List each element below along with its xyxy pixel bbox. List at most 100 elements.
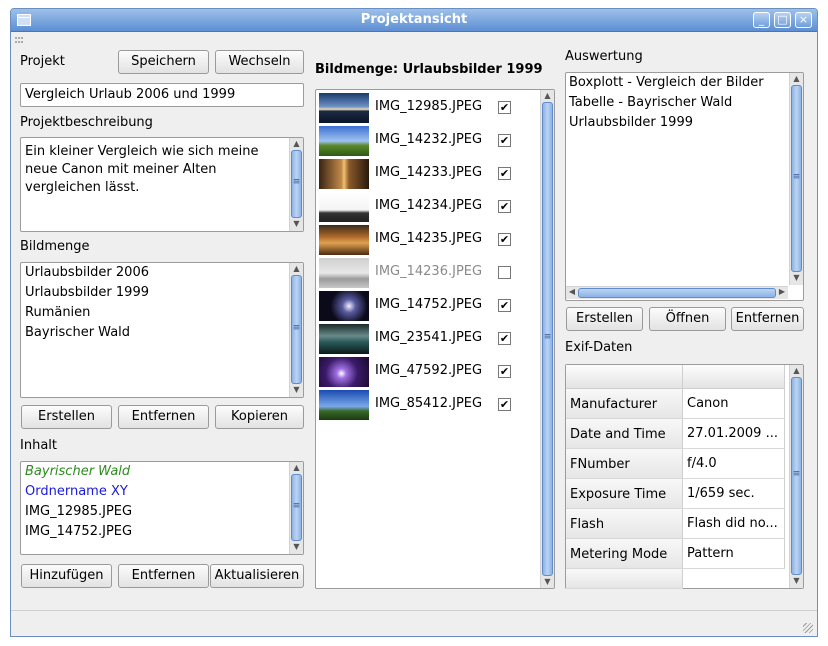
scroll-up-icon[interactable]: ▲ (290, 138, 303, 150)
exif-value-cell[interactable]: Pattern (683, 539, 785, 569)
project-name-input[interactable]: Vergleich Urlaub 2006 und 1999 (20, 83, 304, 107)
list-item[interactable]: Urlaubsbilder 1999 (25, 285, 149, 300)
scroll-up-icon[interactable]: ▲ (290, 263, 303, 275)
image-checkbox[interactable]: ✔ (498, 233, 511, 246)
image-checkbox[interactable]: ✔ (498, 332, 511, 345)
table-header-key[interactable] (566, 365, 683, 389)
scroll-left-icon[interactable]: ◀ (566, 287, 578, 296)
scroll-up-icon[interactable]: ▲ (790, 73, 803, 85)
image-checkbox[interactable]: ✔ (498, 134, 511, 147)
image-filename[interactable]: IMG_85412.JPEG (375, 396, 482, 411)
bildmenge-list[interactable]: Urlaubsbilder 2006 Urlaubsbilder 1999 Ru… (20, 262, 304, 398)
bildmenge-create-button[interactable]: Erstellen (21, 405, 112, 429)
close-icon[interactable]: × (795, 12, 812, 28)
project-description-textarea[interactable]: Ein kleiner Vergleich wie sich meine neu… (20, 137, 304, 232)
scroll-up-icon[interactable]: ▲ (541, 90, 554, 102)
scroll-thumb[interactable] (291, 275, 302, 384)
resize-grip-icon[interactable] (803, 623, 813, 633)
exif-value-cell[interactable]: 1/659 sec. (683, 479, 785, 509)
image-filename[interactable]: IMG_14236.JPEG (375, 264, 482, 279)
image-filename[interactable]: IMG_14234.JPEG (375, 198, 482, 213)
image-thumbnail[interactable] (319, 291, 369, 321)
image-checkbox[interactable]: ✔ (498, 167, 511, 180)
image-thumbnail[interactable] (319, 192, 369, 222)
scroll-down-icon[interactable]: ▼ (290, 541, 303, 553)
bildmenge-scrollbar[interactable]: ▲ ▼ (289, 263, 303, 397)
image-thumbnail[interactable] (319, 225, 369, 255)
scroll-down-icon[interactable]: ▼ (790, 272, 803, 284)
image-filename[interactable]: IMG_14235.JPEG (375, 231, 482, 246)
exif-key-cell[interactable]: Date and Time (566, 419, 683, 449)
exif-table[interactable]: ▲ ▼ Manufacturer Canon Date and Time 27.01.… (565, 364, 804, 589)
scroll-down-icon[interactable]: ▼ (790, 575, 803, 587)
switch-button[interactable]: Wechseln (215, 50, 304, 74)
description-scrollbar[interactable]: ▲ ▼ (289, 138, 303, 231)
auswertung-create-button[interactable]: Erstellen (566, 307, 643, 331)
exif-value-cell[interactable]: f/4.0 (683, 449, 785, 479)
image-list-scrollbar[interactable]: ▲ ▼ (540, 90, 554, 588)
inhalt-list[interactable]: Bayrischer Wald Ordnername XY IMG_12985.… (20, 461, 304, 555)
scroll-up-icon[interactable]: ▲ (790, 365, 803, 377)
title-bar[interactable]: Projektansicht _ □ × (11, 9, 817, 32)
exif-key-cell[interactable]: Flash (566, 509, 683, 539)
image-checkbox[interactable] (498, 266, 511, 279)
image-filename[interactable]: IMG_47592.JPEG (375, 363, 482, 378)
list-item[interactable]: Bayrischer Wald (25, 325, 130, 340)
list-item[interactable]: IMG_14752.JPEG (25, 524, 132, 539)
exif-value-cell[interactable]: 27.01.2009 ... (683, 419, 785, 449)
auswertung-remove-button[interactable]: Entfernen (731, 307, 804, 331)
image-thumbnail[interactable] (319, 390, 369, 420)
image-checkbox[interactable]: ✔ (498, 101, 511, 114)
save-button[interactable]: Speichern (118, 50, 209, 74)
image-checkbox[interactable]: ✔ (498, 398, 511, 411)
list-item-folder[interactable]: Ordnername XY (25, 484, 128, 499)
auswertung-open-button[interactable]: Öffnen (649, 307, 726, 331)
image-thumbnail[interactable] (319, 126, 369, 156)
list-item[interactable]: Urlaubsbilder 1999 (569, 115, 693, 130)
exif-key-cell[interactable]: Metering Mode (566, 539, 683, 569)
minimize-icon[interactable]: _ (753, 12, 770, 28)
scroll-up-icon[interactable]: ▲ (290, 462, 303, 474)
scroll-thumb[interactable] (291, 474, 302, 541)
scroll-down-icon[interactable]: ▼ (290, 218, 303, 230)
image-filename[interactable]: IMG_14233.JPEG (375, 165, 482, 180)
image-filename[interactable]: IMG_14752.JPEG (375, 297, 482, 312)
scroll-thumb[interactable] (578, 288, 776, 298)
image-list[interactable]: ▲ ▼ IMG_12985.JPEG ✔ IMG_14232.JPEG ✔ IMG_14… (315, 89, 555, 589)
scroll-thumb[interactable] (791, 377, 802, 575)
image-thumbnail[interactable] (319, 357, 369, 387)
inhalt-refresh-button[interactable]: Aktualisieren (210, 564, 304, 588)
auswertung-hscrollbar[interactable]: ◀ ▶ (566, 286, 788, 299)
image-thumbnail[interactable] (319, 159, 369, 189)
maximize-icon[interactable]: □ (774, 12, 791, 28)
scroll-down-icon[interactable]: ▼ (541, 576, 554, 588)
scroll-thumb[interactable] (291, 150, 302, 218)
image-filename[interactable]: IMG_12985.JPEG (375, 99, 482, 114)
inhalt-scrollbar[interactable]: ▲ ▼ (289, 462, 303, 554)
image-thumbnail[interactable] (319, 258, 369, 288)
image-thumbnail[interactable] (319, 324, 369, 354)
exif-scrollbar[interactable]: ▲ ▼ (789, 365, 803, 588)
scroll-thumb[interactable] (791, 85, 802, 272)
scroll-down-icon[interactable]: ▼ (290, 384, 303, 396)
table-header-value[interactable] (683, 365, 785, 389)
image-filename[interactable]: IMG_14232.JPEG (375, 132, 482, 147)
image-thumbnail[interactable] (319, 93, 369, 123)
exif-key-cell[interactable]: Manufacturer (566, 389, 683, 419)
exif-key-cell[interactable]: Exposure Time (566, 479, 683, 509)
inhalt-remove-button[interactable]: Entfernen (118, 564, 209, 588)
list-item[interactable]: Boxplott - Vergleich der Bilder (569, 75, 764, 90)
list-item-folder[interactable]: Bayrischer Wald (25, 464, 130, 479)
exif-key-cell[interactable]: FNumber (566, 449, 683, 479)
inhalt-add-button[interactable]: Hinzufügen (21, 564, 112, 588)
exif-value-cell[interactable]: Flash did no... (683, 509, 785, 539)
list-item[interactable]: IMG_12985.JPEG (25, 504, 132, 519)
image-checkbox[interactable]: ✔ (498, 200, 511, 213)
auswertung-scrollbar[interactable]: ▲ ▼ (789, 73, 803, 285)
exif-value-cell[interactable]: Canon (683, 389, 785, 419)
scroll-thumb[interactable] (542, 102, 553, 576)
scroll-right-icon[interactable]: ▶ (776, 287, 788, 296)
list-item[interactable]: Urlaubsbilder 2006 (25, 265, 149, 280)
image-checkbox[interactable]: ✔ (498, 299, 511, 312)
image-checkbox[interactable]: ✔ (498, 365, 511, 378)
